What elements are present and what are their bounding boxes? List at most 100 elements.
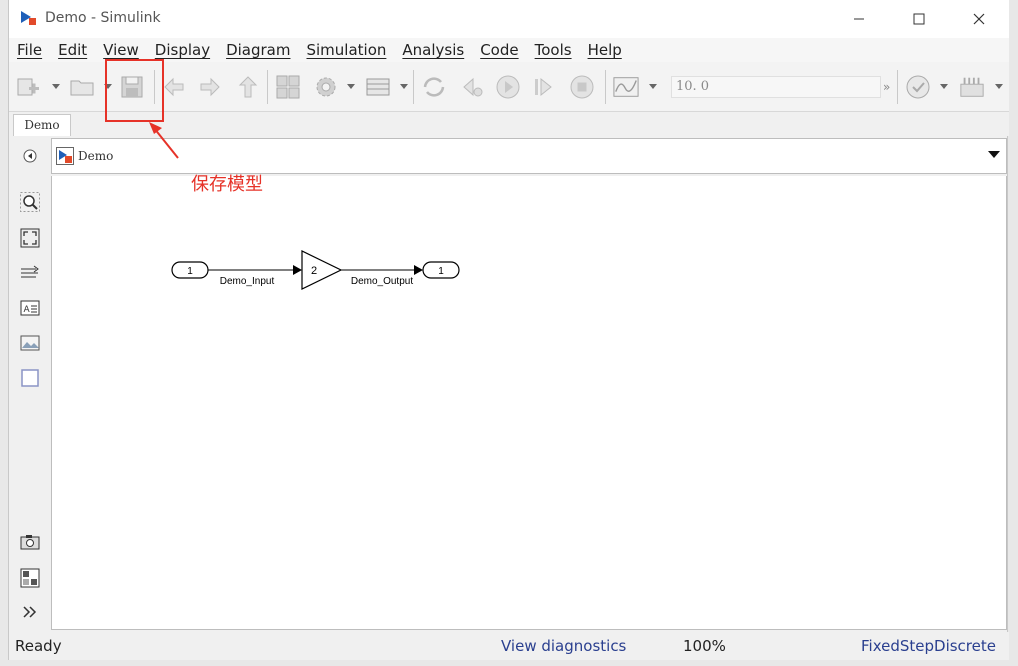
image-icon [20,335,40,351]
update-model-button[interactable] [421,74,447,100]
back-circle-icon [23,149,37,163]
checkmark-circle-icon [906,75,930,99]
model-canvas[interactable]: 1 Demo_Input 2 Demo_Output 1 [51,176,1007,630]
menu-diagram[interactable]: Diagram [226,41,290,59]
refresh-icon [423,77,445,97]
maximize-icon [913,13,925,25]
text-annotation-icon: A [20,300,40,316]
route-lines-icon [21,265,39,278]
data-inspector-button[interactable] [613,74,639,100]
zoom-in-icon [20,192,40,212]
area-button[interactable] [20,368,40,388]
step-back-button[interactable] [459,74,485,100]
zoom-level: 100% [683,637,726,655]
close-button[interactable] [959,6,999,32]
toolbar-separator [897,70,898,104]
solver-link[interactable]: FixedStepDiscrete [861,637,996,655]
step-forward-button[interactable] [531,74,557,100]
model-path-bar[interactable]: Demo [51,138,1007,174]
expand-palette-button[interactable] [20,602,40,622]
output-signal-arrowhead [414,265,423,275]
model-advisor-dropdown-arrow[interactable] [940,84,948,89]
data-inspector-dropdown-arrow[interactable] [649,84,657,89]
model-path-text: Demo [78,149,114,163]
window-title: Demo - Simulink [45,10,161,26]
image-annotation-button[interactable] [20,333,40,353]
menu-simulation[interactable]: Simulation [306,41,386,59]
simulink-model-icon [56,147,74,165]
gain-block[interactable]: 2 [301,250,343,290]
build-icon [960,77,984,97]
menu-edit[interactable]: Edit [58,41,87,59]
menu-analysis[interactable]: Analysis [402,41,464,59]
build-button[interactable] [959,74,985,100]
minimize-icon [854,18,864,20]
gear-icon [316,77,336,97]
tool-palette: A [9,136,51,630]
scope-icon [613,77,639,97]
model-settings-dropdown-arrow[interactable] [347,84,355,89]
new-model-icon [17,78,39,96]
library-browser-button[interactable] [275,74,301,100]
outport-block[interactable]: 1 [422,261,460,279]
input-signal-arrowhead [293,265,302,275]
menu-tools[interactable]: Tools [535,41,572,59]
table-icon [366,78,390,96]
new-model-dropdown-arrow[interactable] [52,84,60,89]
library-browser-icon [276,75,300,99]
model-explorer-button[interactable] [365,74,391,100]
menu-view[interactable]: View [103,41,139,59]
toolbar-separator [267,70,268,104]
stop-button[interactable] [569,74,595,100]
screenshot-button[interactable] [20,532,40,552]
gain-value: 2 [311,265,317,277]
double-chevron-right-icon [23,606,37,618]
menu-help[interactable]: Help [588,41,622,59]
model-explorer-dropdown-arrow[interactable] [400,84,408,89]
zoom-button[interactable] [20,192,40,212]
step-back-icon [463,77,483,97]
arrow-left-icon [164,77,184,97]
inport-number: 1 [187,266,193,277]
area-icon [21,369,39,387]
output-signal-line[interactable]: Demo_Output [341,265,423,287]
back-button[interactable] [161,74,187,100]
block-diagram: 1 Demo_Input 2 Demo_Output 1 [171,250,460,290]
new-model-button[interactable] [15,74,41,100]
input-signal-line[interactable]: Demo_Input [208,265,302,287]
menu-display[interactable]: Display [155,41,210,59]
svg-text:A: A [24,305,31,315]
run-button[interactable] [495,74,521,100]
open-button[interactable] [69,74,95,100]
model-browser-icon [20,568,40,588]
input-signal-label: Demo_Input [220,276,275,287]
play-icon [496,75,520,99]
up-button[interactable] [235,74,261,100]
status-bar: Ready View diagnostics 100% FixedStepDis… [9,632,1009,660]
simulink-logo-icon [21,11,36,25]
minimize-button[interactable] [839,6,879,32]
status-text: Ready [15,637,62,655]
inport-block[interactable]: 1 [171,261,209,279]
gain-shape [301,250,343,290]
fit-to-view-button[interactable] [20,228,40,248]
maximize-button[interactable] [899,6,939,32]
annotation-button[interactable]: A [20,298,40,318]
tab-demo[interactable]: Demo [13,114,71,136]
title-bar: Demo - Simulink [9,0,1009,38]
menu-code[interactable]: Code [480,41,518,59]
model-settings-button[interactable] [313,74,339,100]
path-dropdown-arrow[interactable] [988,151,1000,158]
forward-button[interactable] [197,74,223,100]
model-advisor-button[interactable] [905,74,931,100]
stop-time-input[interactable]: 10. 0 [671,76,881,98]
arrow-right-icon [200,77,220,97]
model-browser-button[interactable] [20,568,40,588]
menu-file[interactable]: File [17,41,42,59]
route-lines-button[interactable] [20,263,40,283]
folder-icon [70,80,94,96]
view-diagnostics-link[interactable]: View diagnostics [501,637,626,655]
build-dropdown-arrow[interactable] [995,84,1003,89]
toolbar-overflow-chevron[interactable]: » [883,80,890,94]
hide-browser-button[interactable] [20,146,40,166]
